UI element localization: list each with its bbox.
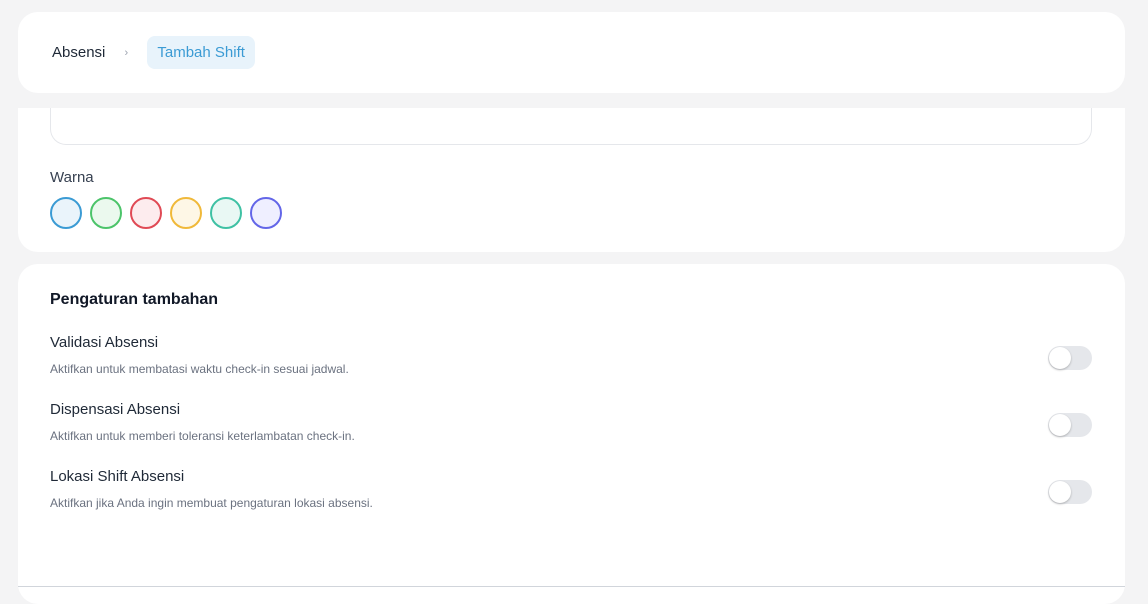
shift-form-card: Warna [18, 108, 1125, 252]
toggle-knob [1049, 414, 1071, 436]
dispensasi-toggle[interactable] [1048, 413, 1092, 437]
chevron-right-icon: › [124, 46, 129, 59]
divider [18, 586, 1125, 587]
color-swatch-green[interactable] [90, 197, 122, 229]
color-swatch-yellow[interactable] [170, 197, 202, 229]
setting-row-dispensasi: Dispensasi Absensi Aktifkan untuk member… [50, 401, 1092, 451]
setting-row-lokasi: Lokasi Shift Absensi Aktifkan jika Anda … [50, 468, 1092, 518]
description-textarea[interactable] [50, 108, 1092, 145]
toggle-knob [1049, 481, 1071, 503]
toggle-knob [1049, 347, 1071, 369]
color-swatch-group [50, 197, 282, 229]
color-swatch-blue[interactable] [50, 197, 82, 229]
setting-title: Validasi Absensi [50, 334, 159, 351]
setting-description: Aktifkan untuk membatasi waktu check-in … [50, 362, 349, 376]
breadcrumb-root-link[interactable]: Absensi [52, 44, 105, 61]
additional-settings-card: Pengaturan tambahan Validasi Absensi Akt… [18, 264, 1125, 604]
setting-title: Dispensasi Absensi [50, 401, 181, 418]
color-swatch-teal[interactable] [210, 197, 242, 229]
settings-title: Pengaturan tambahan [50, 291, 219, 308]
color-swatch-indigo[interactable] [250, 197, 282, 229]
validasi-toggle[interactable] [1048, 346, 1092, 370]
breadcrumb-current: Tambah Shift [147, 36, 255, 69]
color-label: Warna [50, 169, 94, 186]
setting-description: Aktifkan jika Anda ingin membuat pengatu… [50, 496, 373, 510]
breadcrumb-card: Absensi › Tambah Shift [18, 12, 1125, 93]
breadcrumb: Absensi › Tambah Shift [52, 36, 255, 69]
color-swatch-red[interactable] [130, 197, 162, 229]
setting-title: Lokasi Shift Absensi [50, 468, 185, 485]
setting-row-validasi: Validasi Absensi Aktifkan untuk membatas… [50, 334, 1092, 384]
lokasi-toggle[interactable] [1048, 480, 1092, 504]
setting-description: Aktifkan untuk memberi toleransi keterla… [50, 429, 355, 443]
